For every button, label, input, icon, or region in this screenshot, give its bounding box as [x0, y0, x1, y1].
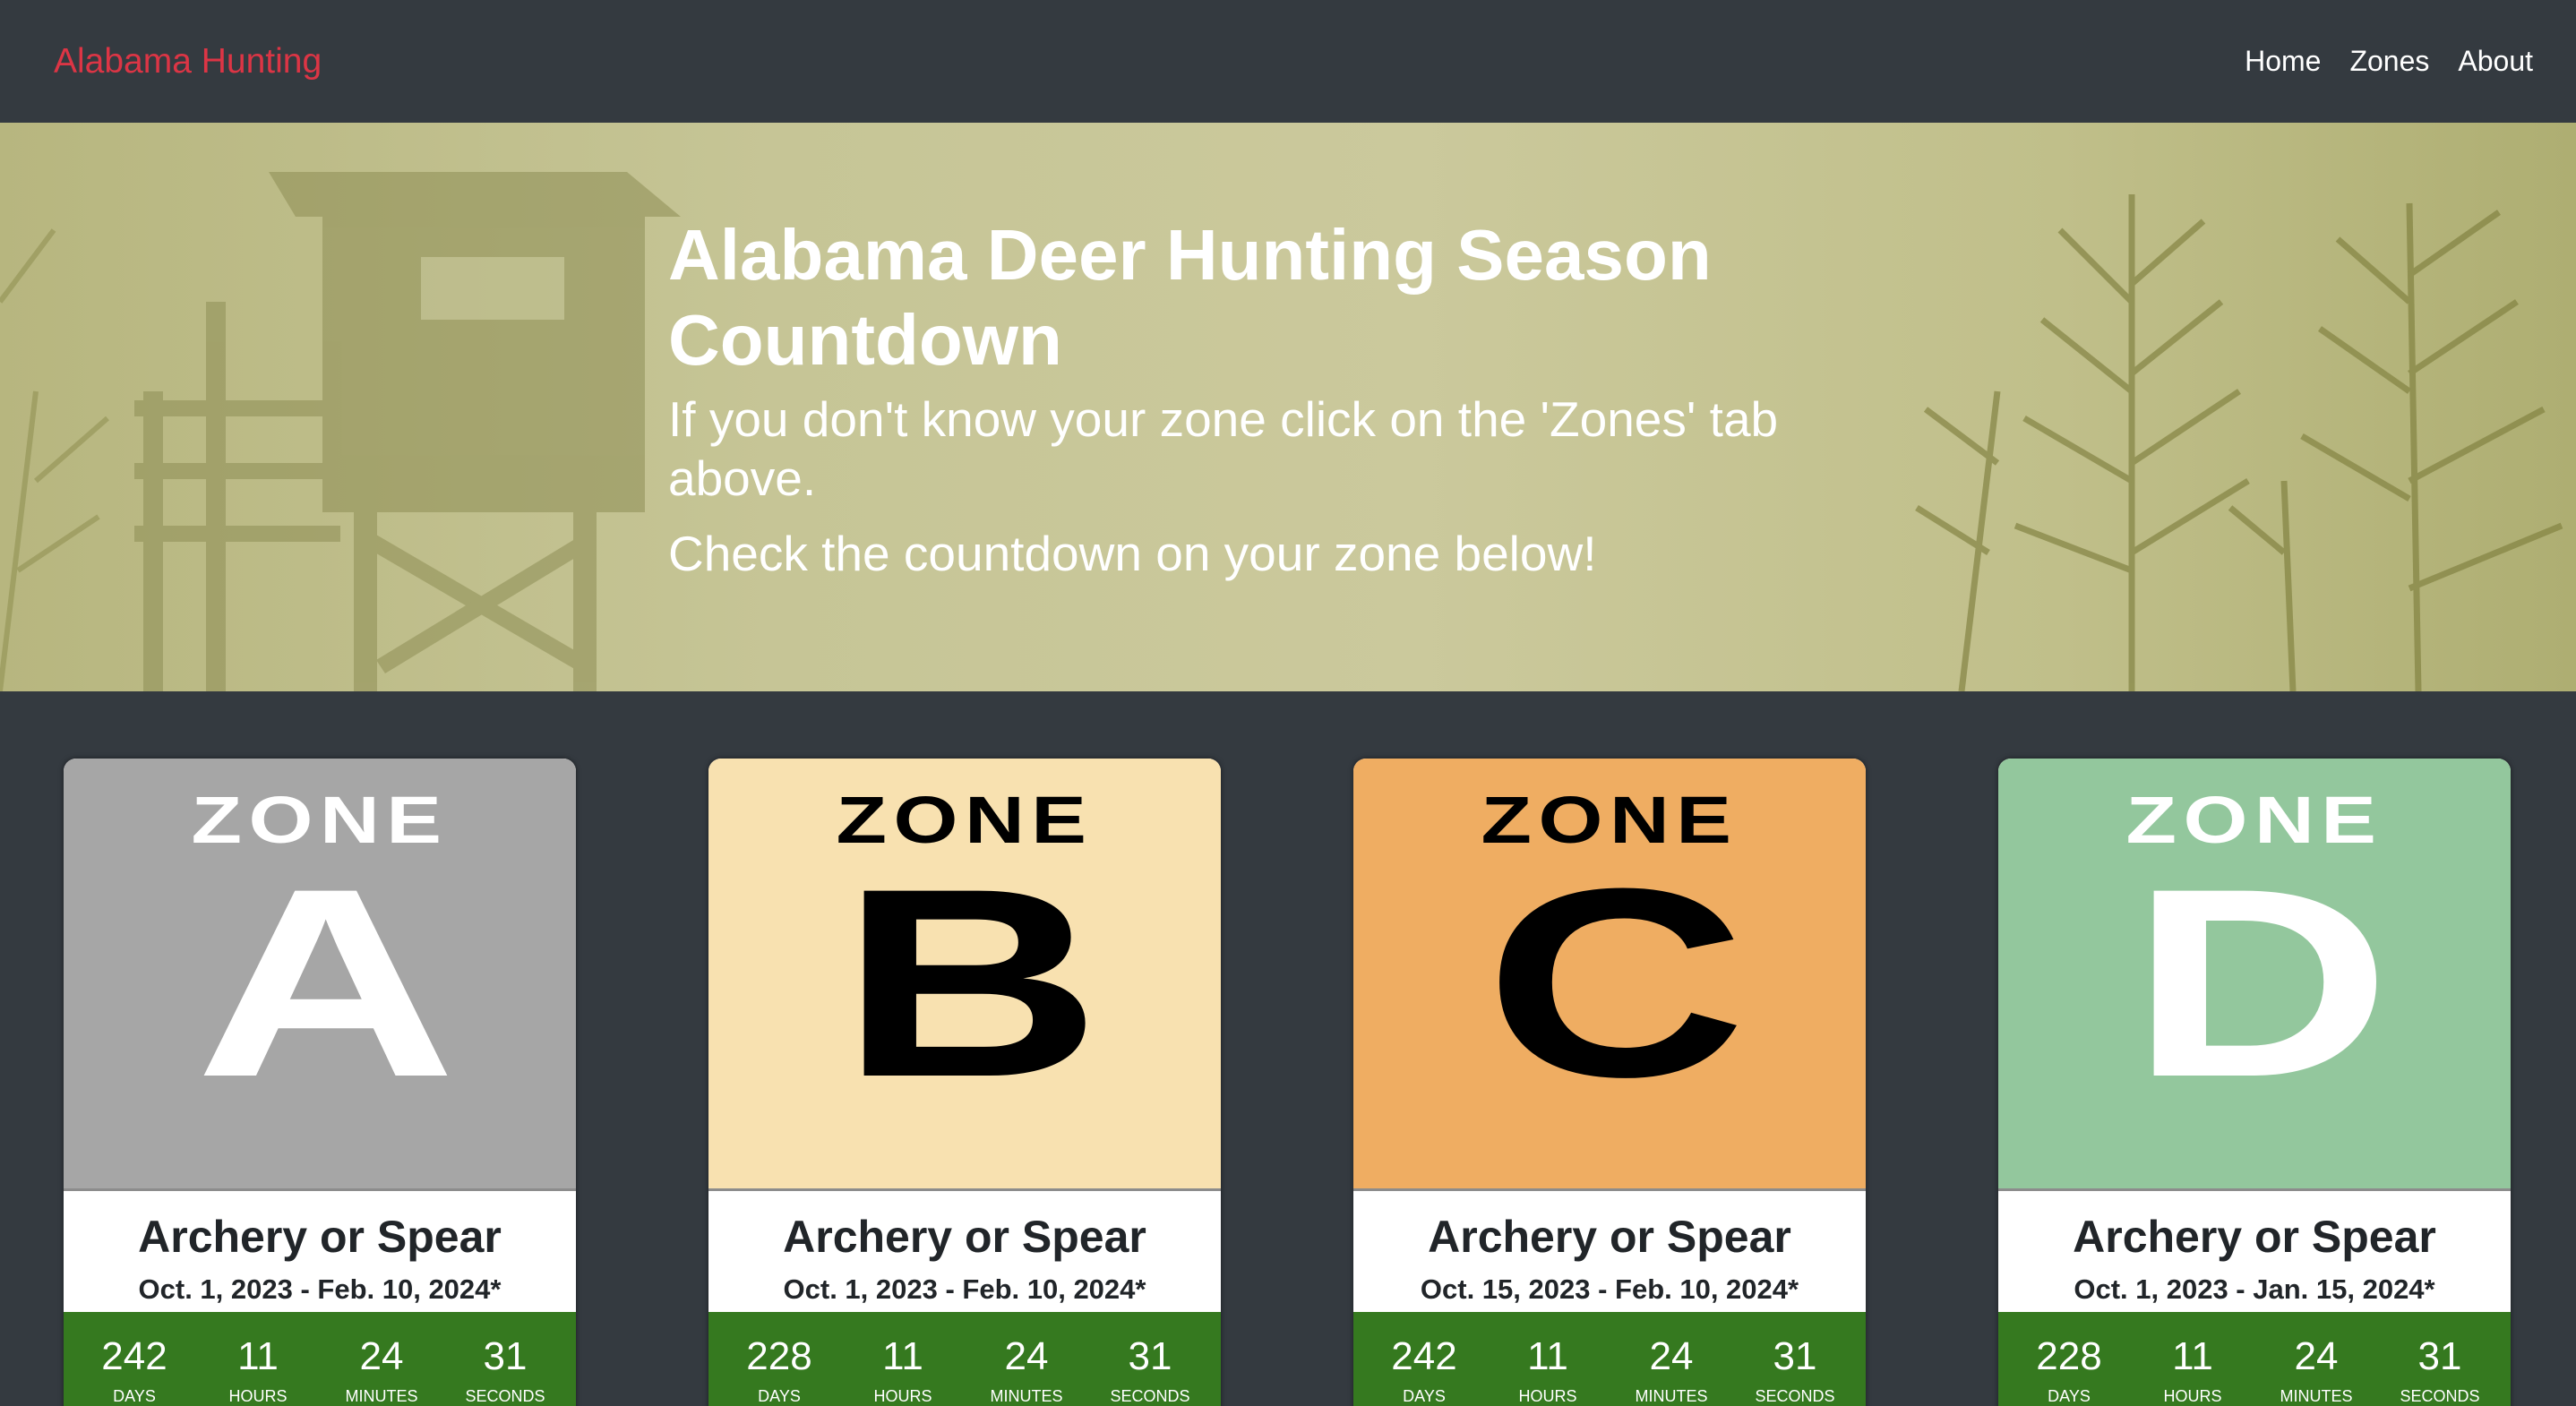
hero-countdown-text: Check the countdown on your zone below!: [668, 526, 1597, 581]
countdown-seconds: 31 SECONDS: [2382, 1333, 2498, 1406]
zone-card-c[interactable]: ZONE C Archery or Spear Oct. 15, 2023 - …: [1353, 759, 1866, 1406]
season-type: Archery or Spear: [783, 1212, 1146, 1262]
countdown-minutes: 24 MINUTES: [1613, 1333, 1730, 1406]
hours-value: 11: [1527, 1334, 1568, 1378]
zone-letter: B: [839, 832, 1102, 1133]
days-value: 242: [101, 1334, 167, 1378]
seconds-label: SECONDS: [1110, 1387, 1190, 1405]
countdown-seconds: 31 SECONDS: [1737, 1333, 1853, 1406]
zone-letter: D: [2129, 832, 2391, 1133]
countdown-hours: 11 HOURS: [200, 1333, 316, 1406]
nav-links: Home Zones About: [2245, 45, 2533, 78]
navbar: Alabama Hunting Home Zones About: [0, 0, 2576, 123]
minutes-label: MINUTES: [2280, 1387, 2353, 1405]
countdown-hours: 11 HOURS: [2134, 1333, 2251, 1406]
seconds-label: SECONDS: [1755, 1387, 1835, 1405]
season-dates: Oct. 1, 2023 - Feb. 10, 2024*: [138, 1273, 502, 1305]
season-dates: Oct. 15, 2023 - Feb. 10, 2024*: [1420, 1273, 1799, 1305]
countdown-seconds: 31 SECONDS: [1092, 1333, 1208, 1406]
minutes-value: 24: [1649, 1334, 1694, 1378]
zone-badge: ZONE C: [1353, 759, 1866, 1191]
countdown-timer: 228 DAYS 11 HOURS 24 MINUTES 31 SECONDS: [1998, 1312, 2511, 1406]
hours-value: 11: [882, 1334, 923, 1378]
seconds-label: SECONDS: [2400, 1387, 2480, 1405]
days-label: DAYS: [1403, 1387, 1446, 1405]
countdown-days: 228 DAYS: [2011, 1333, 2127, 1406]
seconds-value: 31: [1128, 1334, 1172, 1378]
zone-letter: A: [194, 832, 457, 1133]
season-info: Archery or Spear Oct. 1, 2023 - Feb. 10,…: [64, 1191, 576, 1312]
season-info: Archery or Spear Oct. 1, 2023 - Feb. 10,…: [708, 1191, 1221, 1312]
countdown-seconds: 31 SECONDS: [447, 1333, 563, 1406]
countdown-hours: 11 HOURS: [845, 1333, 961, 1406]
hours-label: HOURS: [1518, 1387, 1577, 1405]
hero-title: Alabama Deer Hunting Season Countdown: [668, 215, 1712, 380]
countdown-minutes: 24 MINUTES: [968, 1333, 1085, 1406]
zone-card-b[interactable]: ZONE B Archery or Spear Oct. 1, 2023 - F…: [708, 759, 1221, 1406]
zone-badge: ZONE B: [708, 759, 1221, 1191]
nav-link-about[interactable]: About: [2458, 45, 2533, 78]
zone-card-d[interactable]: ZONE D Archery or Spear Oct. 1, 2023 - J…: [1998, 759, 2511, 1406]
countdown-timer: 242 DAYS 11 HOURS 24 MINUTES 31 SECONDS: [64, 1312, 576, 1406]
hours-label: HOURS: [2163, 1387, 2222, 1405]
days-label: DAYS: [2048, 1387, 2091, 1405]
zone-badge: ZONE D: [1998, 759, 2511, 1191]
countdown-minutes: 24 MINUTES: [2258, 1333, 2374, 1406]
season-dates: Oct. 1, 2023 - Jan. 15, 2024*: [2074, 1273, 2435, 1305]
hours-label: HOURS: [228, 1387, 288, 1405]
days-value: 228: [2036, 1334, 2102, 1378]
season-type: Archery or Spear: [138, 1212, 502, 1262]
countdown-days: 242 DAYS: [1366, 1333, 1482, 1406]
season-info: Archery or Spear Oct. 1, 2023 - Jan. 15,…: [1998, 1191, 2511, 1312]
countdown-minutes: 24 MINUTES: [323, 1333, 440, 1406]
zone-cards: ZONE A Archery or Spear Oct. 1, 2023 - F…: [0, 691, 2576, 1406]
hero-banner: Alabama Deer Hunting Season Countdown If…: [0, 123, 2576, 691]
seconds-label: SECONDS: [465, 1387, 545, 1405]
hours-value: 11: [2172, 1334, 2213, 1378]
hero-content: Alabama Deer Hunting Season Countdown If…: [668, 212, 1850, 583]
brand-link[interactable]: Alabama Hunting: [54, 42, 322, 81]
days-value: 242: [1391, 1334, 1457, 1378]
seconds-value: 31: [2417, 1334, 2462, 1378]
hero-instruction-text: If you don't know your zone click on the…: [668, 391, 1779, 506]
minutes-label: MINUTES: [345, 1387, 418, 1405]
nav-link-home[interactable]: Home: [2245, 45, 2321, 78]
days-label: DAYS: [113, 1387, 156, 1405]
countdown-days: 242 DAYS: [76, 1333, 193, 1406]
season-type: Archery or Spear: [2073, 1212, 2436, 1262]
seconds-value: 31: [1773, 1334, 1817, 1378]
nav-link-zones[interactable]: Zones: [2349, 45, 2429, 78]
days-label: DAYS: [758, 1387, 801, 1405]
countdown-timer: 228 DAYS 11 HOURS 24 MINUTES 31 SECONDS: [708, 1312, 1221, 1406]
season-type: Archery or Spear: [1428, 1212, 1791, 1262]
zone-card-a[interactable]: ZONE A Archery or Spear Oct. 1, 2023 - F…: [64, 759, 576, 1406]
minutes-label: MINUTES: [990, 1387, 1063, 1405]
season-info: Archery or Spear Oct. 15, 2023 - Feb. 10…: [1353, 1191, 1866, 1312]
seconds-value: 31: [483, 1334, 528, 1378]
minutes-value: 24: [2294, 1334, 2339, 1378]
zone-badge: ZONE A: [64, 759, 576, 1191]
season-dates: Oct. 1, 2023 - Feb. 10, 2024*: [783, 1273, 1146, 1305]
days-value: 228: [746, 1334, 812, 1378]
hours-value: 11: [237, 1334, 279, 1378]
hours-label: HOURS: [873, 1387, 932, 1405]
countdown-timer: 242 DAYS 11 HOURS 24 MINUTES 31 SECONDS: [1353, 1312, 1866, 1406]
countdown-hours: 11 HOURS: [1490, 1333, 1606, 1406]
minutes-label: MINUTES: [1635, 1387, 1708, 1405]
countdown-days: 228 DAYS: [721, 1333, 837, 1406]
minutes-value: 24: [359, 1334, 404, 1378]
zone-letter: C: [1484, 832, 1747, 1133]
minutes-value: 24: [1004, 1334, 1049, 1378]
